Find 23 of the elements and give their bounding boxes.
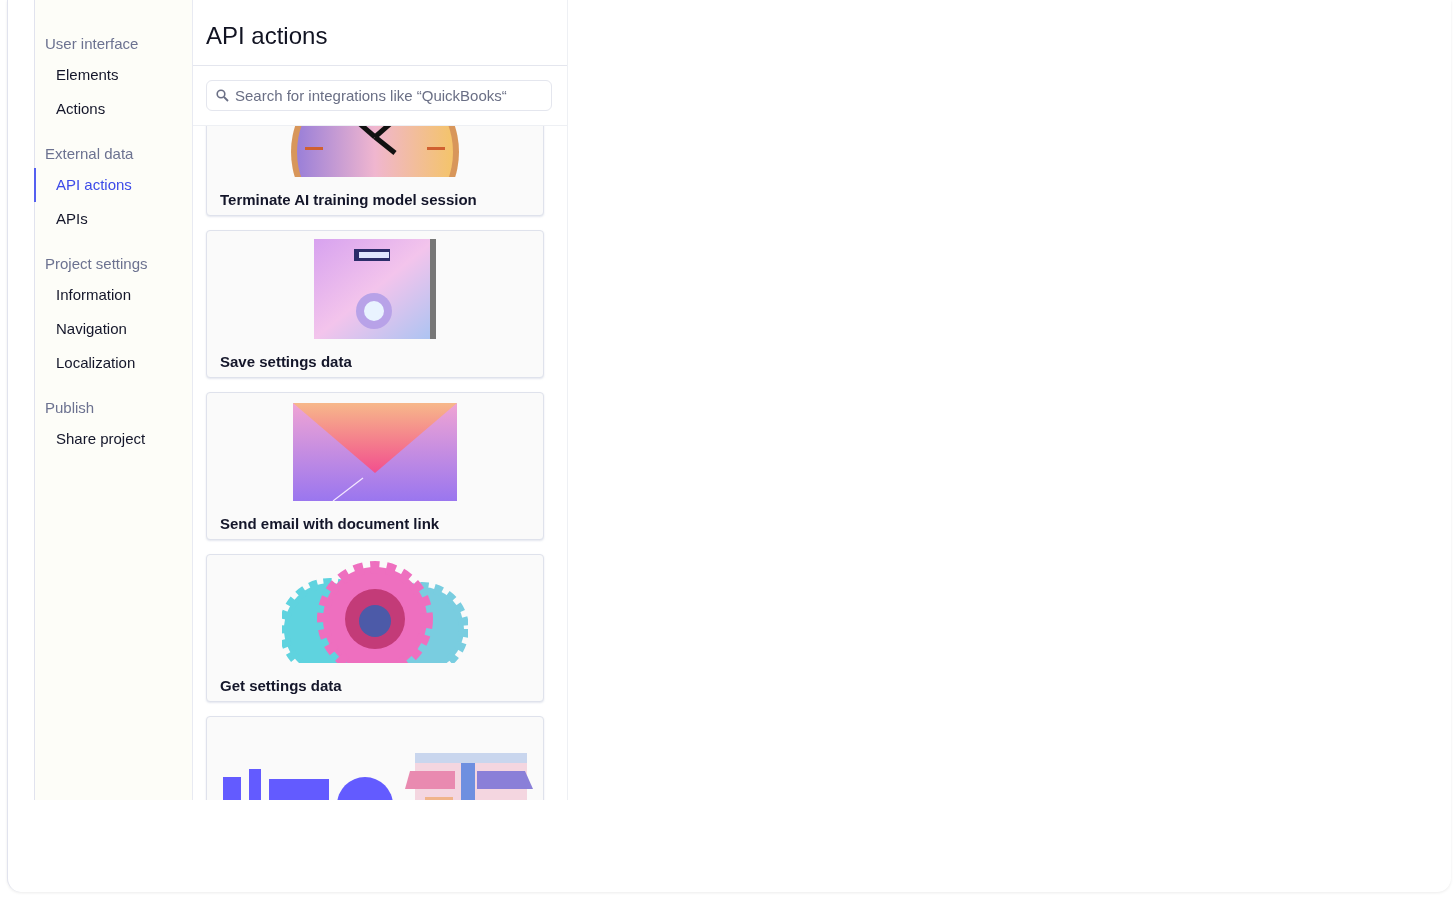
action-card[interactable]: Save settings data bbox=[206, 230, 544, 378]
search-field[interactable]: Search for integrations like “QuickBooks“ bbox=[206, 80, 552, 111]
section-heading: Publish bbox=[45, 398, 95, 418]
sidebar-item[interactable]: Localization bbox=[34, 346, 136, 380]
sidebar-item[interactable]: Navigation bbox=[34, 312, 127, 346]
action-card[interactable]: Terminate AI training model session bbox=[206, 126, 544, 216]
card-title: Get settings data bbox=[219, 676, 343, 694]
sidebar-item[interactable]: API actions bbox=[34, 168, 132, 202]
action-card[interactable]: Send email with document link bbox=[206, 392, 544, 540]
sidebar-item[interactable]: Actions bbox=[34, 92, 106, 126]
search-icon bbox=[216, 89, 229, 102]
section-heading: User interface bbox=[45, 34, 139, 54]
sidebar-item[interactable]: Share project bbox=[34, 422, 146, 456]
action-card[interactable]: Get settings data bbox=[206, 554, 544, 702]
sidebar-item[interactable]: APIs bbox=[34, 202, 88, 236]
sidebar-item[interactable]: Elements bbox=[34, 58, 119, 92]
section-heading: External data bbox=[45, 144, 134, 164]
card-title: Save settings data bbox=[219, 352, 353, 370]
card-title: Send email with document link bbox=[219, 514, 441, 532]
sidebar-item[interactable]: Information bbox=[34, 278, 132, 312]
card-title: Terminate AI training model session bbox=[219, 190, 478, 208]
section-heading: Project settings bbox=[45, 254, 148, 274]
panel-title: API actions bbox=[206, 22, 328, 50]
